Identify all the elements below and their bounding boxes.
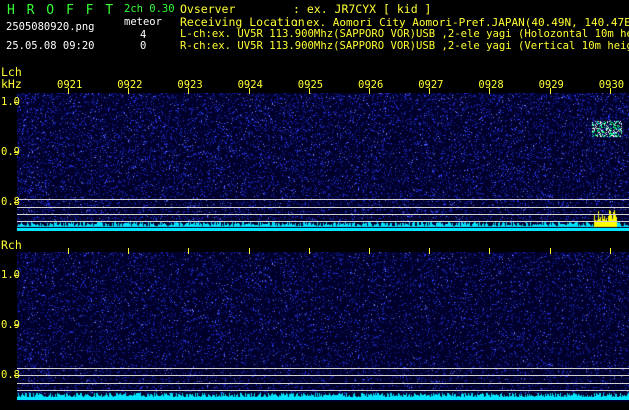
- lch-time-tick: [188, 88, 190, 94]
- rch-y-tick: [14, 275, 18, 276]
- lch-time-tick: [128, 88, 130, 94]
- rch-receiver-info: R-ch:ex. UV5R 113.900Mhz(SAPPORO VOR)USB…: [180, 40, 629, 52]
- lch-y-tick: [14, 152, 18, 153]
- lch-time-tick: [609, 88, 611, 94]
- rch-time-tick: [549, 248, 551, 254]
- time-label-0929: 0929: [538, 79, 564, 91]
- rch-time-tick: [128, 248, 130, 254]
- lch-marker-line: [17, 199, 629, 200]
- hrofft-window: H R O F F T 2ch 0.30 2505080920.png 25.0…: [0, 0, 629, 410]
- lch-y-tick: [14, 102, 18, 103]
- lch-time-tick: [429, 88, 431, 94]
- lch-time-tick: [308, 88, 310, 94]
- lch-unit: kHz: [1, 77, 22, 91]
- rch-marker-line: [17, 375, 629, 376]
- rch-time-tick: [369, 248, 370, 254]
- lch-marker-line: [17, 207, 629, 208]
- rch-y-tick: [14, 375, 18, 376]
- observer-value: : ex. JR7CYX [ kid ]: [293, 2, 432, 16]
- rch-noise-canvas: [17, 252, 629, 402]
- rch-marker-line: [17, 390, 629, 391]
- date-time: 25.05.08 09:20: [6, 40, 95, 52]
- lch-time-tick: [549, 88, 551, 94]
- rch-time-tick: [308, 248, 310, 254]
- rch-y-tick: [14, 325, 18, 326]
- time-label-0930: 0930: [598, 79, 625, 91]
- lch-time-tick: [68, 88, 69, 94]
- lch-receiver-info: L-ch:ex. UV5R 113.900Mhz(SAPPORO VOR)USB…: [180, 28, 629, 40]
- rch-baseline: [17, 397, 629, 400]
- time-label-0928: 0928: [478, 79, 504, 91]
- lch-marker-line: [17, 221, 629, 222]
- time-label-0925: 0925: [297, 79, 324, 91]
- lch-baseline: [17, 228, 629, 231]
- lch-time-tick: [248, 88, 250, 94]
- rch-time-tick: [429, 248, 431, 254]
- lch-time-tick: [369, 88, 370, 94]
- observer-label: Ovserver: [180, 2, 236, 16]
- rch-time-tick: [489, 248, 491, 254]
- time-label-0922: 0922: [117, 79, 143, 91]
- app-version: 2ch 0.30: [124, 3, 175, 15]
- rch-time-tick: [68, 248, 69, 254]
- time-label-0927: 0927: [418, 79, 444, 91]
- time-label-0921: 0921: [57, 79, 83, 91]
- time-label-0924: 0924: [237, 79, 263, 91]
- lch-noise-canvas: [17, 93, 629, 231]
- rch-marker-line: [17, 368, 629, 369]
- time-label-0923: 0923: [177, 79, 203, 91]
- lch-spectrogram: [17, 93, 629, 231]
- app-logo: H R O F F T: [7, 3, 116, 18]
- rch-time-tick: [609, 248, 611, 254]
- meteor-label: meteor: [124, 16, 162, 28]
- meteor-count-rch: 0: [140, 40, 147, 52]
- lch-y-tick: [14, 202, 18, 203]
- file-name: 2505080920.png: [6, 21, 95, 33]
- rch-title: Rch: [1, 238, 22, 252]
- rch-time-tick: [188, 248, 190, 254]
- time-label-0926: 0926: [358, 79, 384, 91]
- meteor-count-lch: 4: [140, 29, 147, 41]
- rch-marker-line: [17, 383, 629, 384]
- rch-time-tick: [248, 248, 250, 254]
- lch-marker-line: [17, 214, 629, 215]
- location-value: : ex. Aomori City Aomori-Pref.JAPAN(40.4…: [293, 16, 629, 29]
- location-label: Receiving Location: [180, 15, 305, 29]
- rch-spectrogram: [17, 252, 629, 402]
- lch-time-tick: [489, 88, 491, 94]
